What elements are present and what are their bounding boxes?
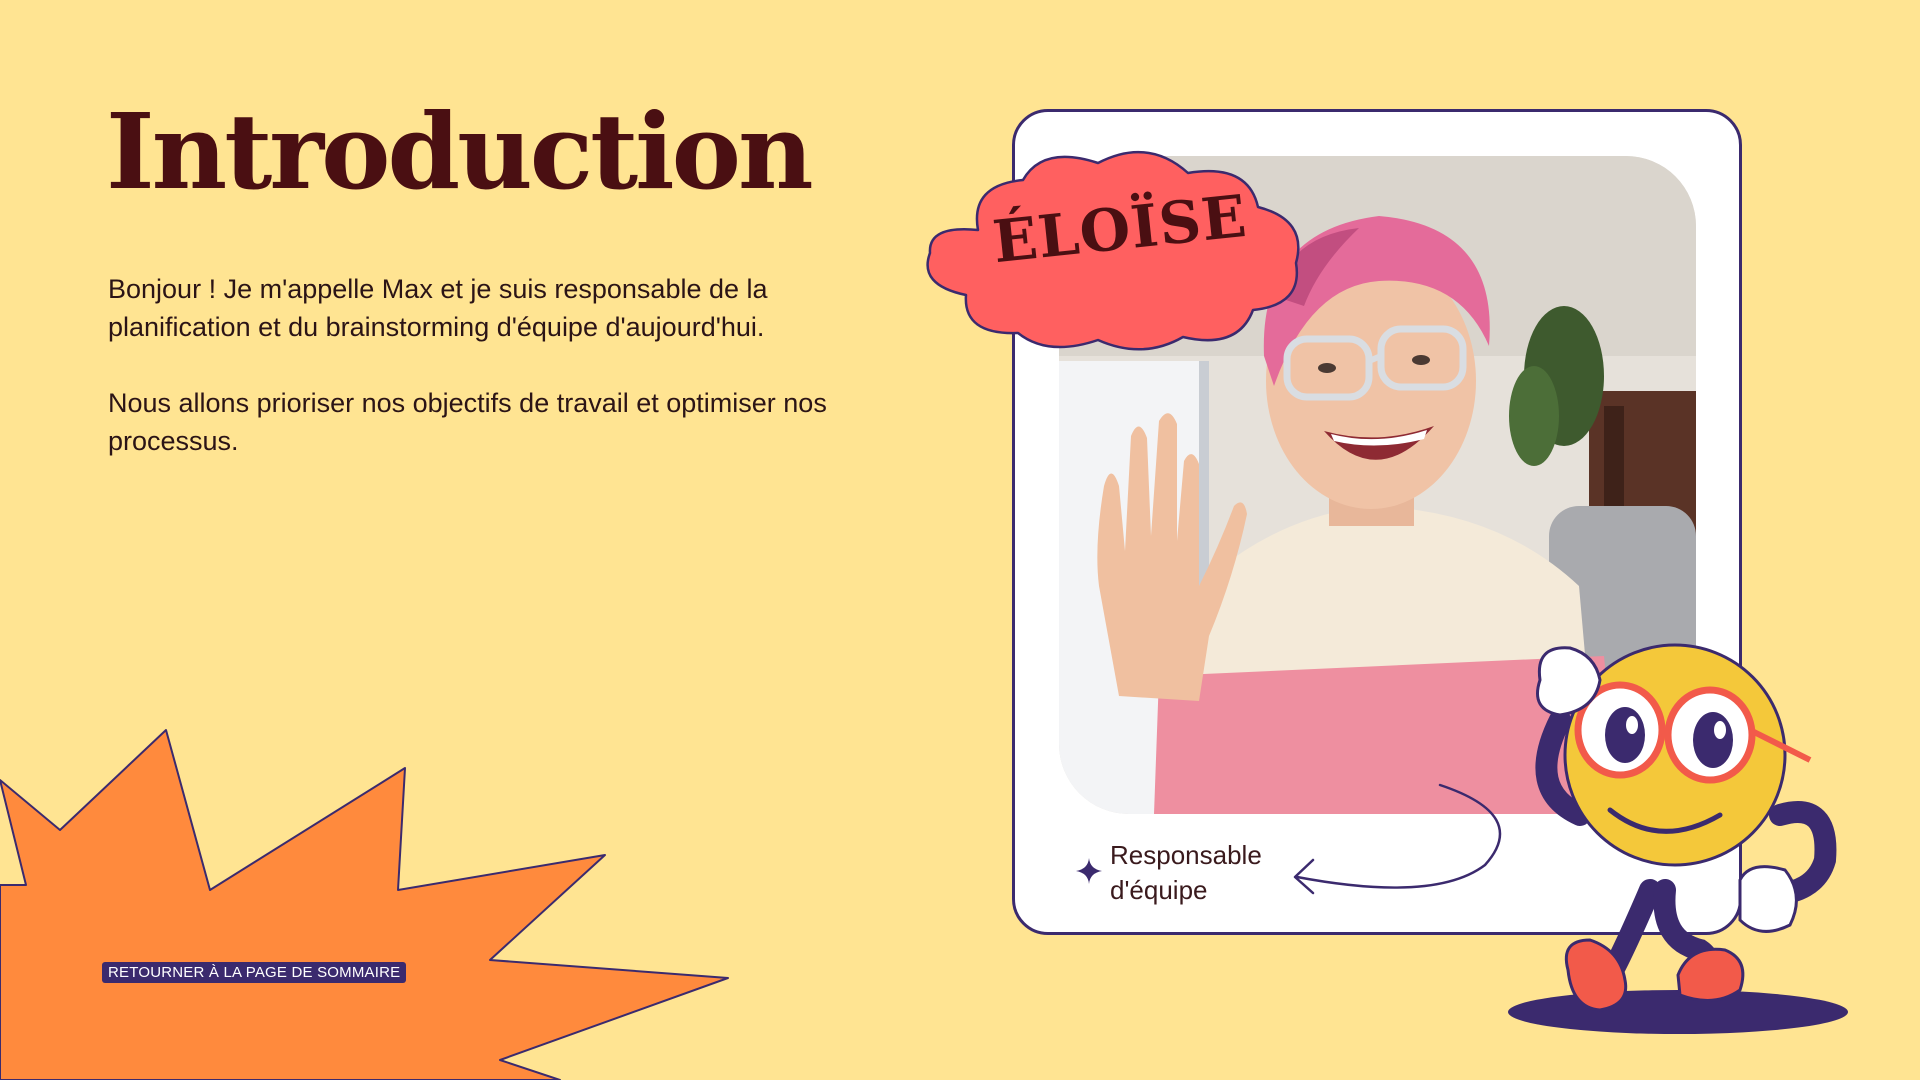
intro-paragraph-1: Bonjour ! Je m'appelle Max et je suis re… — [108, 274, 768, 342]
intro-paragraph-2: Nous allons prioriser nos objectifs de t… — [108, 388, 827, 456]
slide-title: Introduction — [106, 90, 814, 213]
starburst-decoration — [0, 729, 729, 1080]
curved-arrow-icon — [1293, 783, 1502, 895]
slide: Introduction Bonjour ! Je m'appelle Max … — [0, 0, 1920, 1080]
sparkle-icon — [1076, 858, 1102, 884]
intro-text: Bonjour ! Je m'appelle Max et je suis re… — [108, 270, 828, 498]
back-to-summary-link[interactable]: RETOURNER À LA PAGE DE SOMMAIRE — [102, 962, 407, 983]
profile-caption: Responsable d'équipe — [1110, 840, 1262, 905]
smiley-mascot-illustration — [1508, 643, 1848, 1034]
